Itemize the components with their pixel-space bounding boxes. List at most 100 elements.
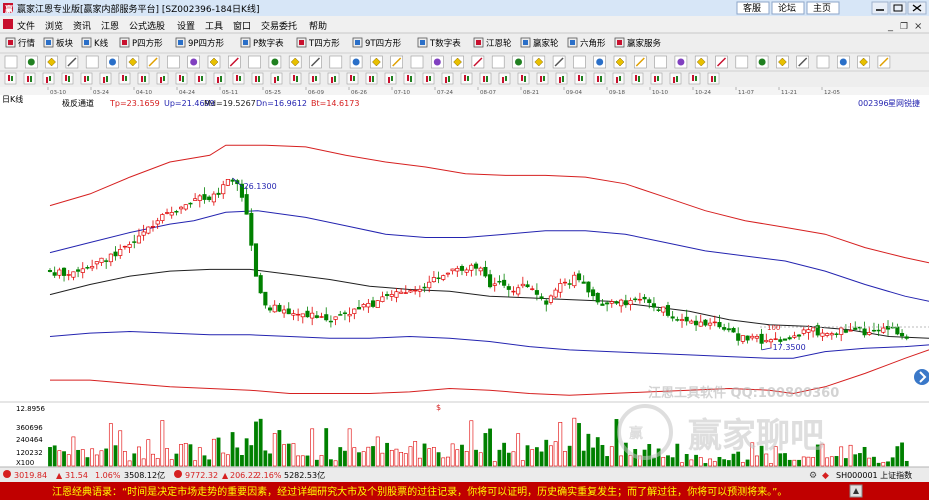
text-icon[interactable]	[106, 55, 119, 69]
zoom-icon[interactable]	[370, 55, 383, 69]
line-icon[interactable]	[498, 72, 511, 85]
step-forward-icon[interactable]	[80, 72, 93, 85]
binoculars-icon[interactable]	[349, 55, 363, 69]
list-icon[interactable]	[422, 72, 435, 85]
line-icon[interactable]	[776, 55, 789, 69]
lock-icon[interactable]	[654, 55, 667, 69]
ray-icon[interactable]	[146, 55, 160, 69]
grid-icon[interactable]	[85, 55, 99, 69]
menu-item-5[interactable]: 设置	[177, 21, 195, 32]
menu-item-6[interactable]: 工具	[205, 21, 223, 32]
line-icon[interactable]	[42, 72, 55, 85]
step-forward-icon[interactable]	[536, 72, 549, 85]
mdi-minimize-icon[interactable]: _	[887, 21, 894, 32]
menu-item-8[interactable]: 交易委托	[261, 20, 297, 32]
mdi-close-icon[interactable]: ×	[914, 21, 922, 32]
index-ticker[interactable]: SH000001 上证指数	[836, 470, 912, 480]
circle-icon[interactable]	[877, 55, 891, 69]
grid-icon[interactable]	[735, 55, 749, 69]
cursor-icon[interactable]	[137, 72, 150, 85]
cursor-icon[interactable]	[365, 72, 378, 85]
chart-icon[interactable]	[390, 55, 404, 69]
minimize-icon[interactable]	[871, 1, 889, 15]
zoom-out-icon[interactable]	[346, 72, 359, 85]
diamond-icon[interactable]	[309, 55, 322, 69]
step-forward-icon[interactable]	[308, 72, 321, 85]
ray-icon[interactable]	[796, 55, 810, 69]
step-back-icon[interactable]	[61, 72, 74, 85]
bar-icon[interactable]	[479, 72, 492, 85]
square-icon[interactable]	[288, 55, 302, 69]
channel-icon[interactable]	[167, 55, 180, 69]
arc-icon[interactable]	[573, 55, 586, 69]
candle-icon[interactable]	[4, 72, 17, 85]
ray-icon[interactable]	[471, 55, 485, 69]
zoom-in-icon[interactable]	[327, 72, 340, 85]
grid-icon[interactable]	[410, 55, 424, 69]
table-icon[interactable]	[631, 72, 644, 85]
table-icon[interactable]	[403, 72, 416, 85]
ruler-icon[interactable]	[669, 72, 682, 85]
chart-icon[interactable]	[65, 55, 79, 69]
maximize-icon[interactable]	[889, 1, 907, 15]
close-icon[interactable]	[907, 1, 927, 15]
bar-icon[interactable]	[251, 72, 264, 85]
line-icon[interactable]	[451, 55, 464, 69]
binoculars-icon[interactable]	[674, 55, 688, 69]
arrow-icon[interactable]	[857, 55, 870, 69]
square-icon[interactable]	[613, 55, 627, 69]
menu-item-1[interactable]: 浏览	[45, 20, 63, 32]
lock-icon[interactable]	[329, 55, 343, 69]
candle-icon[interactable]	[688, 72, 701, 85]
fibonacci-icon[interactable]	[512, 55, 525, 69]
zoom-in-icon[interactable]	[99, 72, 112, 85]
brush-icon[interactable]	[156, 72, 169, 85]
binoculars-icon[interactable]	[24, 55, 38, 69]
menu-item-0[interactable]: 文件	[17, 20, 35, 32]
zoom-icon[interactable]	[694, 55, 708, 69]
arrow-icon[interactable]	[207, 55, 221, 69]
step-back-icon[interactable]	[517, 72, 530, 85]
menu-item-9[interactable]: 帮助	[309, 20, 327, 32]
text-icon[interactable]	[430, 55, 444, 69]
list-icon[interactable]	[194, 72, 207, 85]
quote-scroll-icon[interactable]	[849, 484, 863, 498]
gann-fan-icon[interactable]	[268, 55, 282, 69]
channel-icon[interactable]	[816, 55, 830, 69]
brush-icon[interactable]	[612, 72, 625, 85]
candle-icon[interactable]	[232, 72, 245, 85]
diamond-icon[interactable]	[633, 55, 647, 69]
chart-area[interactable]: 03-10 03-24 04-10 04-24 05-11 05-25 06-09 06-26…	[0, 87, 929, 467]
arc-icon[interactable]	[248, 55, 261, 69]
circle-icon[interactable]	[228, 55, 241, 69]
bar-icon[interactable]	[707, 72, 720, 85]
chart-icon[interactable]	[715, 55, 728, 69]
ticker-icon[interactable]: ⚙	[809, 471, 817, 481]
menu-item-4[interactable]: 公式选股	[129, 20, 165, 32]
mdi-restore-icon[interactable]: ❐	[900, 22, 908, 32]
zoom-out-icon[interactable]	[118, 72, 131, 85]
gann-fan-icon[interactable]	[593, 55, 607, 69]
candle-icon[interactable]	[460, 72, 473, 85]
menu-item-3[interactable]: 江恩	[101, 21, 119, 32]
text-icon[interactable]	[755, 55, 769, 69]
ruler-icon[interactable]	[441, 72, 454, 85]
fibonacci-icon[interactable]	[187, 55, 200, 69]
brush-icon[interactable]	[384, 72, 397, 85]
cursor-icon[interactable]	[593, 72, 606, 85]
list-icon[interactable]	[650, 72, 663, 85]
line-icon[interactable]	[270, 72, 283, 85]
table-icon[interactable]	[175, 72, 188, 85]
fibonacci-icon[interactable]	[836, 55, 850, 69]
menu-item-7[interactable]: 窗口	[233, 20, 251, 32]
menu-item-2[interactable]: 资讯	[73, 21, 91, 32]
zoom-icon[interactable]	[45, 55, 58, 69]
bar-icon[interactable]	[23, 72, 36, 85]
step-back-icon[interactable]	[289, 72, 302, 85]
zoom-in-icon[interactable]	[555, 72, 568, 85]
ruler-icon[interactable]	[213, 72, 226, 85]
channel-icon[interactable]	[491, 55, 505, 69]
arrow-icon[interactable]	[532, 55, 546, 69]
zoom-out-icon[interactable]	[574, 72, 587, 85]
lock-icon[interactable]	[4, 55, 18, 69]
